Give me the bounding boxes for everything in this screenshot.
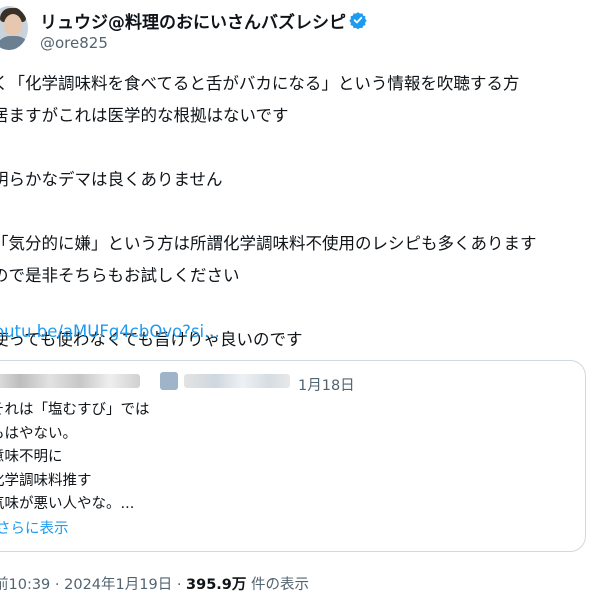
quote-line: 化学調味料推す — [0, 472, 92, 489]
tweet-line: 明らかなデマは良くありません — [0, 170, 223, 189]
author-display-name[interactable]: リュウジ@料理のおにいさんバズレシピ — [40, 8, 346, 33]
tweet-line: 「気分的に嫌」という方は所謂化学調味料不使用のレシピも多くあります — [0, 234, 537, 253]
quote-line: 気味が悪い人やな。... — [0, 496, 135, 512]
quote-line: 意味不明に — [0, 449, 63, 465]
tweet-link[interactable]: outu.be/aMUFg4cbOvo?si... — [0, 322, 220, 341]
avatar-face — [4, 14, 22, 36]
tweet-line: く「化学調味料を食べてると舌がバカになる」という情報を吹聴する方 — [0, 74, 520, 93]
author-handle[interactable]: @ore825 — [40, 34, 108, 52]
tweet-line: 居ますがこれは医学的な根拠はないです — [0, 106, 289, 125]
view-count-label: 件の表示 — [251, 577, 310, 593]
tweet-time[interactable]: 前10:39 — [0, 577, 50, 593]
verified-badge-icon — [349, 12, 367, 29]
quoted-tweet-date[interactable]: 1月18日 — [298, 374, 355, 395]
quote-line: それは「塩むすび」では — [0, 402, 150, 418]
avatar[interactable] — [0, 6, 28, 50]
tweet-date[interactable]: 2024年1月19日 — [64, 577, 172, 593]
tweet-meta: 前10:39 · 2024年1月19日 · 395.9万 件の表示 — [0, 573, 309, 594]
meta-separator: · — [176, 577, 182, 593]
quote-line: もはやない。 — [0, 425, 77, 442]
tweet-line — [0, 292, 600, 324]
view-count: 395.9万 — [186, 577, 247, 593]
tweet-text: く「化学調味料を食べてると舌がバカになる」という情報を吹聴する方 居ますがこれは… — [0, 68, 600, 356]
tweet-line: ので是非そちらもお試しください — [0, 266, 240, 285]
tweet-line — [0, 196, 600, 228]
avatar-shirt — [0, 36, 28, 50]
meta-separator: · — [54, 577, 60, 593]
quoted-tweet-text: それは「塩むすび」では もはやない。 意味不明に 化学調味料推す 気味が悪い人や… — [0, 399, 150, 517]
tweet-line — [0, 132, 600, 164]
show-more-link[interactable]: さらに表示 — [0, 517, 69, 538]
